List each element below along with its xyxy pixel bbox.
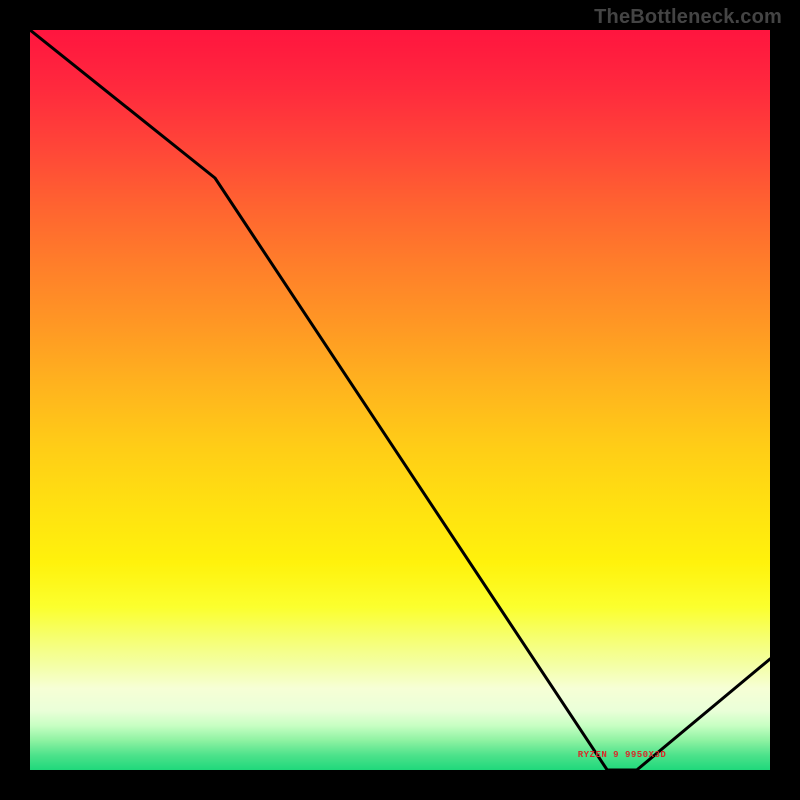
plot-area: RYZEN 9 9950X3D xyxy=(30,30,770,770)
line-svg xyxy=(30,30,770,770)
chart-frame: TheBottleneck.com RYZEN 9 9950X3D xyxy=(0,0,800,800)
watermark-text: TheBottleneck.com xyxy=(594,6,782,29)
line-path xyxy=(30,30,770,770)
